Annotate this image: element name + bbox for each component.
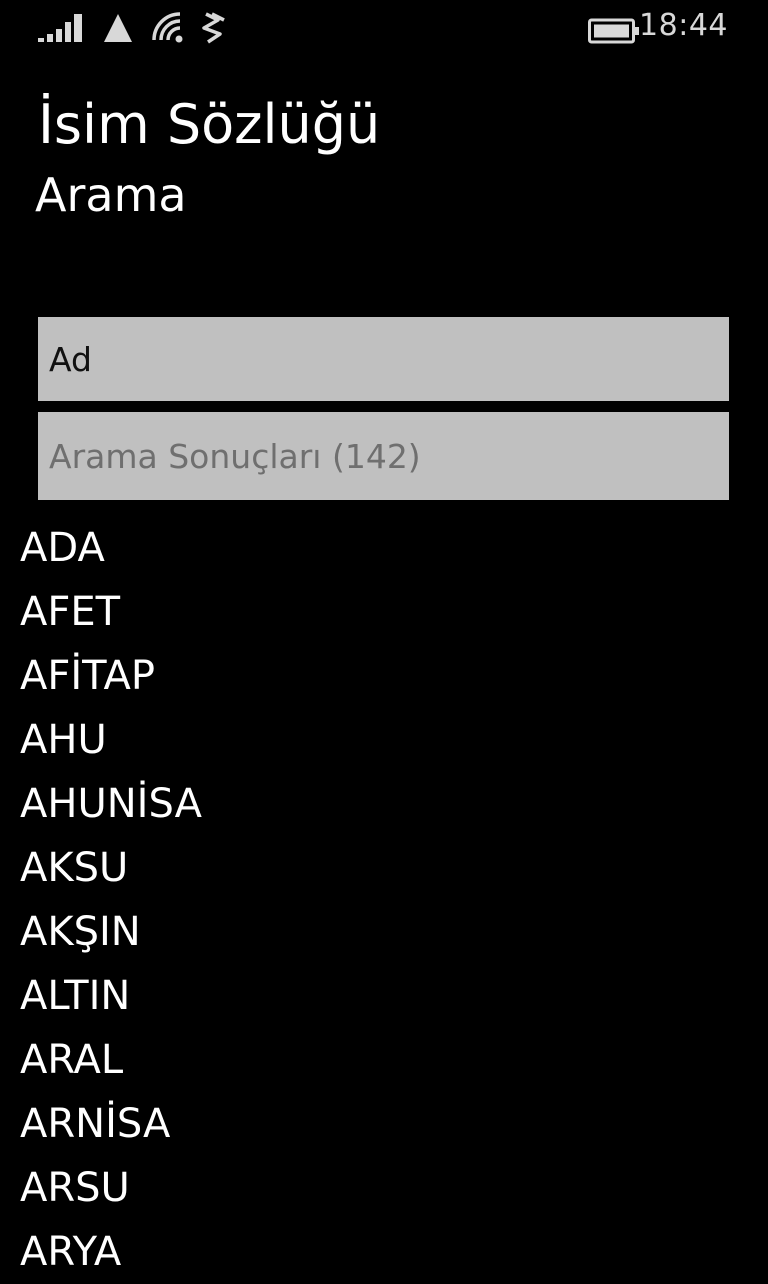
- results-field[interactable]: Arama Sonuçları (142): [38, 412, 729, 500]
- list-item[interactable]: ARNİSA: [0, 1092, 768, 1156]
- search-input[interactable]: [38, 317, 729, 401]
- network-triangle-icon: [104, 14, 132, 42]
- wifi-icon: [152, 12, 183, 43]
- battery-icon: [588, 18, 639, 44]
- list-item[interactable]: ARYA: [0, 1220, 768, 1284]
- list-item[interactable]: AKŞIN: [0, 900, 768, 964]
- status-bar: 18:44: [0, 0, 768, 56]
- page-subtitle: Arama: [35, 168, 187, 222]
- clock-time: 18:44: [639, 8, 728, 43]
- list-item[interactable]: AHU: [0, 708, 768, 772]
- names-list: ADA AFET AFİTAP AHU AHUNİSA AKSU AKŞIN A…: [0, 516, 768, 1284]
- data-sense-icon: [202, 12, 225, 44]
- app-title: İsim Sözlüğü: [38, 93, 381, 156]
- list-item[interactable]: ARSU: [0, 1156, 768, 1220]
- list-item[interactable]: ARAL: [0, 1028, 768, 1092]
- list-item[interactable]: ADA: [0, 516, 768, 580]
- results-count-label: Arama Sonuçları (142): [49, 436, 421, 476]
- list-item[interactable]: AFİTAP: [0, 644, 768, 708]
- list-item[interactable]: AKSU: [0, 836, 768, 900]
- list-item[interactable]: ALTIN: [0, 964, 768, 1028]
- signal-bars-icon: [38, 14, 82, 42]
- list-item[interactable]: AHUNİSA: [0, 772, 768, 836]
- list-item[interactable]: AFET: [0, 580, 768, 644]
